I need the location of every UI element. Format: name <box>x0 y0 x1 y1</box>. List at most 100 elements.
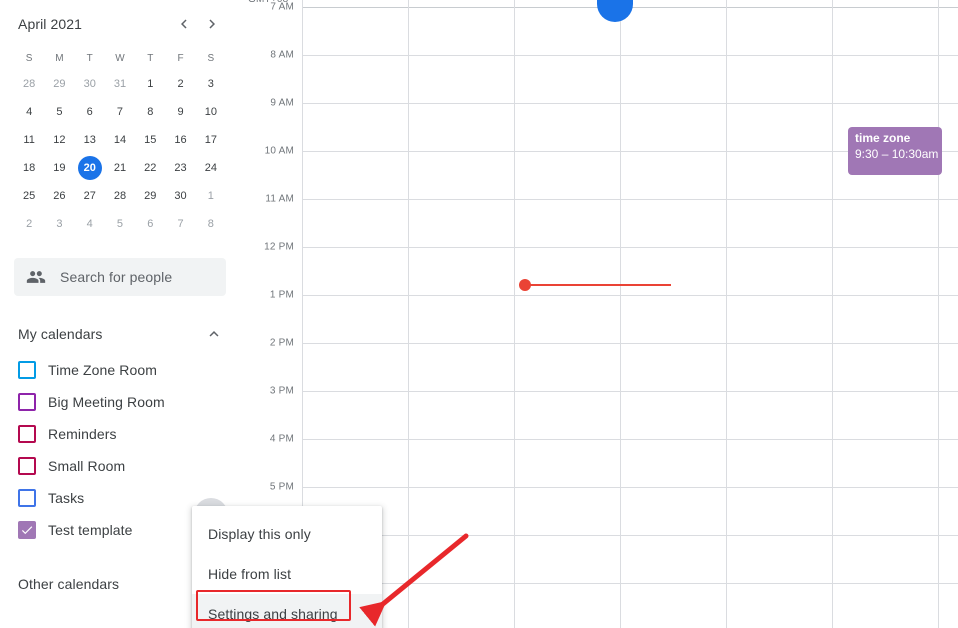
prev-month-button[interactable] <box>170 10 198 38</box>
mini-calendar-cell[interactable]: 31 <box>105 70 135 98</box>
mini-calendar-cell[interactable]: 26 <box>44 182 74 210</box>
mini-calendar-day[interactable]: 26 <box>47 184 71 208</box>
mini-calendar-day[interactable]: 12 <box>47 128 71 152</box>
mini-calendar-day[interactable]: 18 <box>17 156 41 180</box>
mini-calendar-day[interactable]: 4 <box>17 100 41 124</box>
mini-calendar-day[interactable]: 11 <box>17 128 41 152</box>
calendar-list-item[interactable]: Big Meeting Room <box>0 386 240 418</box>
mini-calendar-day[interactable]: 14 <box>108 128 132 152</box>
mini-calendar-day-selected[interactable]: 20 <box>77 156 102 180</box>
mini-calendar-cell[interactable]: 7 <box>165 210 195 238</box>
mini-calendar-day[interactable]: 6 <box>138 212 162 236</box>
mini-calendar-day[interactable]: 28 <box>108 184 132 208</box>
mini-calendar-day[interactable]: 1 <box>138 72 162 96</box>
mini-calendar-cell[interactable]: 21 <box>105 154 135 182</box>
calendar-checkbox[interactable] <box>18 393 36 411</box>
context-menu-item[interactable]: Display this only <box>192 514 382 554</box>
mini-calendar-day[interactable]: 31 <box>108 72 132 96</box>
search-people-input[interactable]: Search for people <box>14 258 226 296</box>
mini-calendar-cell[interactable]: 2 <box>165 70 195 98</box>
mini-calendar-day[interactable]: 2 <box>17 212 41 236</box>
mini-calendar-day[interactable]: 16 <box>169 128 193 152</box>
mini-calendar-cell[interactable]: 6 <box>135 210 165 238</box>
mini-calendar-cell[interactable]: 14 <box>105 126 135 154</box>
mini-calendar-cell[interactable]: 12 <box>44 126 74 154</box>
mini-calendar-cell[interactable]: 22 <box>135 154 165 182</box>
mini-calendar-cell[interactable]: 30 <box>165 182 195 210</box>
mini-calendar-cell[interactable]: 13 <box>75 126 105 154</box>
mini-calendar-day[interactable]: 28 <box>17 72 41 96</box>
mini-calendar-cell[interactable]: 2 <box>14 210 44 238</box>
mini-calendar-cell[interactable]: 28 <box>14 70 44 98</box>
next-month-button[interactable] <box>198 10 226 38</box>
mini-calendar-day[interactable]: 15 <box>138 128 162 152</box>
mini-calendar-cell[interactable]: 29 <box>44 70 74 98</box>
mini-calendar-day[interactable]: 29 <box>138 184 162 208</box>
mini-calendar-day[interactable]: 5 <box>47 100 71 124</box>
mini-calendar-day[interactable]: 4 <box>78 212 102 236</box>
mini-calendar-day[interactable]: 10 <box>199 100 223 124</box>
mini-calendar-cell[interactable]: 28 <box>105 182 135 210</box>
mini-calendar-day[interactable]: 8 <box>199 212 223 236</box>
mini-calendar-cell[interactable]: 27 <box>75 182 105 210</box>
mini-calendar-cell[interactable]: 23 <box>165 154 195 182</box>
mini-calendar-day[interactable]: 5 <box>108 212 132 236</box>
mini-calendar-day[interactable]: 30 <box>169 184 193 208</box>
mini-calendar-cell[interactable]: 5 <box>44 98 74 126</box>
calendar-checkbox[interactable] <box>18 457 36 475</box>
mini-calendar-day[interactable]: 13 <box>78 128 102 152</box>
mini-calendar-cell[interactable]: 1 <box>196 182 226 210</box>
mini-calendar-day[interactable]: 2 <box>169 72 193 96</box>
mini-calendar-cell[interactable]: 29 <box>135 182 165 210</box>
mini-calendar-cell[interactable]: 7 <box>105 98 135 126</box>
calendar-checkbox[interactable] <box>18 425 36 443</box>
mini-calendar-day[interactable]: 22 <box>138 156 162 180</box>
mini-calendar-day[interactable]: 7 <box>169 212 193 236</box>
mini-calendar-day[interactable]: 23 <box>169 156 193 180</box>
mini-calendar-cell[interactable]: 25 <box>14 182 44 210</box>
mini-calendar-cell[interactable]: 4 <box>75 210 105 238</box>
my-calendars-header[interactable]: My calendars <box>0 318 240 350</box>
mini-calendar-cell[interactable]: 1 <box>135 70 165 98</box>
mini-calendar-day[interactable]: 29 <box>47 72 71 96</box>
mini-calendar-day[interactable]: 21 <box>108 156 132 180</box>
mini-calendar-cell[interactable]: 24 <box>196 154 226 182</box>
mini-calendar-day[interactable]: 17 <box>199 128 223 152</box>
mini-calendar-cell[interactable]: 20 <box>75 154 105 182</box>
mini-calendar-cell[interactable]: 16 <box>165 126 195 154</box>
mini-calendar-day[interactable]: 6 <box>78 100 102 124</box>
mini-calendar-day[interactable]: 25 <box>17 184 41 208</box>
mini-calendar-cell[interactable]: 19 <box>44 154 74 182</box>
calendar-checkbox[interactable] <box>18 489 36 507</box>
mini-calendar-cell[interactable]: 8 <box>135 98 165 126</box>
context-menu-item[interactable]: Settings and sharing <box>192 594 382 628</box>
mini-calendar-day[interactable]: 30 <box>78 72 102 96</box>
chevron-up-icon[interactable] <box>202 322 226 346</box>
mini-calendar-day[interactable]: 9 <box>169 100 193 124</box>
mini-calendar-cell[interactable]: 11 <box>14 126 44 154</box>
mini-calendar-cell[interactable]: 15 <box>135 126 165 154</box>
mini-calendar-day[interactable]: 3 <box>47 212 71 236</box>
mini-calendar-day[interactable]: 19 <box>47 156 71 180</box>
mini-calendar-cell[interactable]: 3 <box>196 70 226 98</box>
mini-calendar-cell[interactable]: 6 <box>75 98 105 126</box>
calendar-list-item[interactable]: Time Zone Room <box>0 354 240 386</box>
calendar-list-item[interactable]: Reminders <box>0 418 240 450</box>
calendar-event[interactable]: time zone 9:30 – 10:30am <box>848 127 942 175</box>
mini-calendar-cell[interactable]: 17 <box>196 126 226 154</box>
mini-calendar-day[interactable]: 27 <box>78 184 102 208</box>
calendar-list-item[interactable]: Small Room <box>0 450 240 482</box>
mini-calendar-day[interactable]: 8 <box>138 100 162 124</box>
mini-calendar-cell[interactable]: 10 <box>196 98 226 126</box>
mini-calendar-cell[interactable]: 30 <box>75 70 105 98</box>
mini-calendar-day[interactable]: 1 <box>199 184 223 208</box>
calendar-checkbox[interactable] <box>18 361 36 379</box>
mini-calendar-cell[interactable]: 4 <box>14 98 44 126</box>
mini-calendar-cell[interactable]: 5 <box>105 210 135 238</box>
mini-calendar-cell[interactable]: 3 <box>44 210 74 238</box>
mini-calendar-day[interactable]: 3 <box>199 72 223 96</box>
calendar-checkbox[interactable] <box>18 521 36 539</box>
context-menu-item[interactable]: Hide from list <box>192 554 382 594</box>
mini-calendar-cell[interactable]: 8 <box>196 210 226 238</box>
grid-body[interactable]: time zone 9:30 – 10:30am <box>302 0 958 628</box>
